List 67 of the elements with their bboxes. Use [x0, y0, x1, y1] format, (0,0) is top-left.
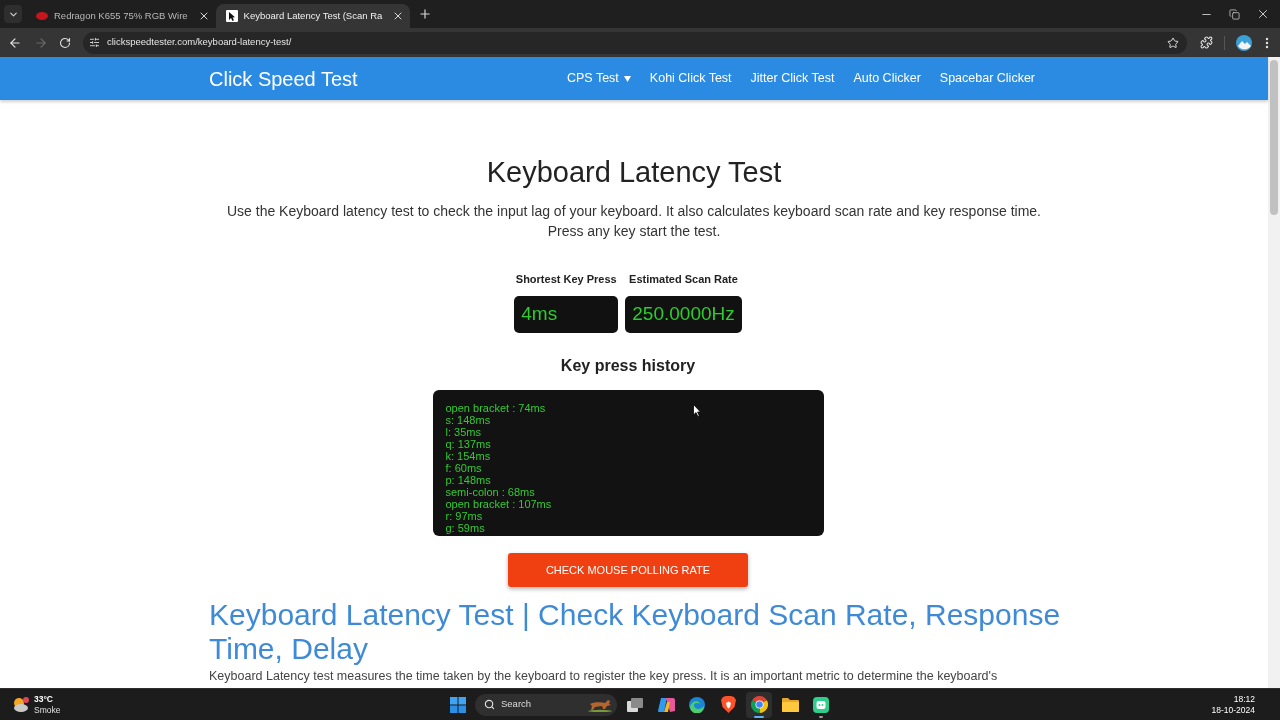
- browser-icon: [750, 696, 768, 713]
- article-heading: Keyboard Latency Test | Check Keyboard Scan Rate, Response Time, Delay: [209, 598, 1062, 666]
- history-entry: l: 35ms: [445, 426, 481, 438]
- extensions-icon[interactable]: [1200, 36, 1213, 49]
- clock-time[interactable]: 18:12: [1233, 693, 1255, 705]
- site-settings-icon[interactable]: [89, 37, 100, 48]
- mouse-pointer-icon: [692, 404, 701, 417]
- stat-label: Estimated Scan Rate: [629, 272, 738, 286]
- new-tab-icon[interactable]: [418, 7, 433, 21]
- back-icon[interactable]: [8, 35, 22, 50]
- history-entry: k: 154ms: [445, 450, 491, 462]
- history-entry: q: 137ms: [445, 438, 491, 450]
- windows-logo-icon: [450, 696, 466, 713]
- taskbar-search-button[interactable]: Search: [475, 693, 617, 716]
- history-entry: open bracket : 74ms: [445, 402, 546, 414]
- url-text: clickspeedtester.com/keyboard-latency-test/: [107, 35, 292, 50]
- tab-search-button[interactable]: [4, 5, 22, 23]
- stat-value: 4ms: [514, 296, 619, 333]
- history-entry: semi-colon : 68ms: [445, 486, 535, 498]
- brand-link[interactable]: Click Speed Test: [209, 63, 358, 94]
- cursor-favicon-icon: [225, 10, 238, 22]
- close-window-icon[interactable]: [1256, 7, 1270, 21]
- tab-title: Keyboard Latency Test (Scan Ra: [243, 8, 383, 23]
- bookmark-star-icon[interactable]: [1167, 36, 1179, 49]
- browser-tab[interactable]: Keyboard Latency Test (Scan Ra: [215, 4, 411, 28]
- history-entry: open bracket : 107ms: [445, 498, 552, 510]
- reload-icon[interactable]: [59, 36, 71, 49]
- page-description: Use the Keyboard latency test to check the input lag of your keyboard. It also calculates keyboard scan rate and key response time. Press any key start the test.: [226, 202, 1042, 241]
- history-entry: r: 97ms: [445, 510, 483, 522]
- scrollbar-thumb[interactable]: [1270, 60, 1278, 215]
- indicator-icon: [754, 715, 764, 718]
- taskbar-app-button[interactable]: [746, 691, 772, 718]
- nav-link[interactable]: Auto Clicker: [853, 69, 921, 88]
- animal-icon: [587, 697, 613, 712]
- weather-condition-text: Smoke: [34, 704, 61, 716]
- logo-icon: [36, 12, 48, 20]
- stat-value: 250.0000Hz: [625, 296, 742, 333]
- nav-link[interactable]: Spacebar Clicker: [939, 69, 1035, 88]
- address-bar[interactable]: clickspeedtester.com/keyboard-latency-test/: [83, 31, 1187, 54]
- weather-icon[interactable]: [12, 696, 30, 713]
- restore-icon[interactable]: [1229, 8, 1240, 20]
- temperature-text: 33°C: [34, 693, 54, 705]
- task-view-icon: [627, 697, 643, 712]
- indicator-icon: [819, 715, 823, 718]
- swirl-icon: [657, 696, 675, 713]
- nav-link[interactable]: CPS Test: [566, 69, 631, 88]
- shield-icon: [720, 696, 736, 713]
- clock-date[interactable]: 18-10-2024: [1211, 704, 1255, 716]
- caret-down-icon: [623, 75, 631, 82]
- nav-link[interactable]: Jitter Click Test: [750, 69, 835, 88]
- history-entry: s: 148ms: [445, 414, 491, 426]
- history-entry: p: 148ms: [445, 474, 491, 486]
- scrollbar[interactable]: [1268, 57, 1280, 688]
- nav-link[interactable]: Kohi Click Test: [649, 69, 732, 88]
- history-entry: f: 60ms: [445, 462, 482, 474]
- tab-title: Redragon K655 75% RGB Wire: [54, 8, 188, 23]
- stat-label: Shortest Key Press: [515, 272, 617, 286]
- page-title: Keyboard Latency Test: [485, 155, 783, 190]
- search-icon: [484, 699, 495, 710]
- article-paragraph: Keyboard Latency test measures the time taken by the keyboard to register the key press. It is an important metric to determine the keyboard's: [209, 668, 999, 684]
- history-heading: Key press history: [560, 356, 696, 376]
- folder-icon: [781, 697, 799, 712]
- app-icon: [813, 696, 829, 713]
- browser-icon: [689, 696, 705, 713]
- profile-avatar[interactable]: [1236, 34, 1252, 51]
- check-polling-rate-button[interactable]: CHECK MOUSE POLLING RATE: [508, 553, 748, 587]
- history-entry: g: 59ms: [445, 522, 485, 534]
